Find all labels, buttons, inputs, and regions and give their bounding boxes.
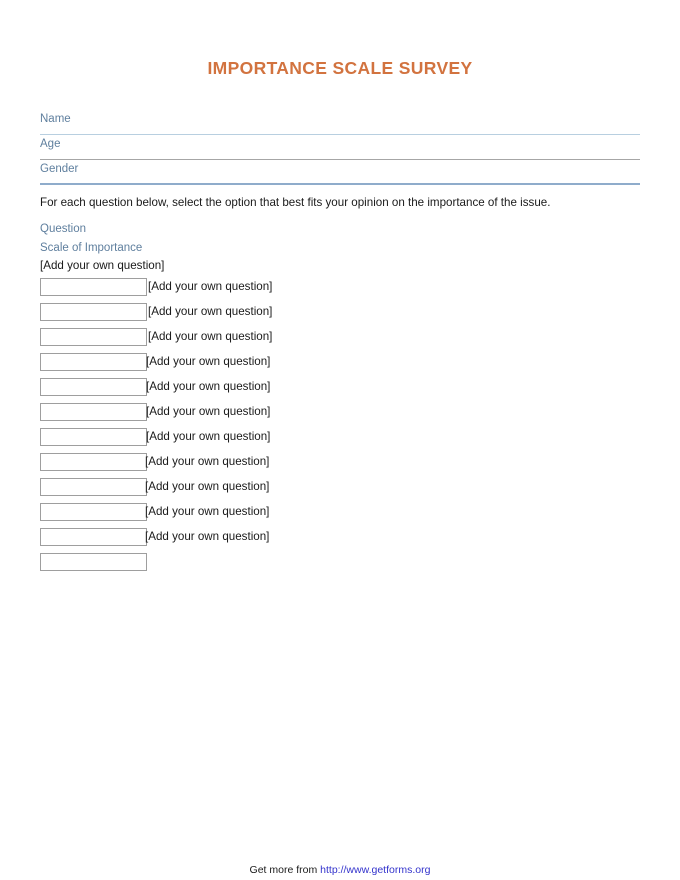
- question-label: [Add your own question]: [146, 405, 271, 418]
- question-row: [Add your own question]: [40, 428, 640, 453]
- column-heading-question: Question: [40, 223, 87, 235]
- question-label: [Add your own question]: [148, 280, 273, 293]
- identity-fields-group: Name Age Gender: [40, 110, 640, 185]
- question-row: [Add your own question]: [40, 328, 640, 353]
- question-row: [Add your own question]: [40, 403, 640, 428]
- question-row: [Add your own question]: [40, 353, 640, 378]
- question-label: [Add your own question]: [146, 380, 271, 393]
- question-row: [Add your own question]: [40, 453, 640, 478]
- question-label: [Add your own question]: [145, 505, 270, 518]
- identity-field-name-label: Name: [40, 113, 71, 125]
- question-label: [Add your own question]: [148, 305, 273, 318]
- identity-field-gender[interactable]: Gender: [40, 160, 640, 185]
- scale-input[interactable]: [40, 553, 147, 571]
- question-label: [Add your own question]: [146, 430, 271, 443]
- question-label: [Add your own question]: [148, 330, 273, 343]
- scale-input[interactable]: [40, 478, 147, 496]
- identity-field-age-label: Age: [40, 138, 61, 150]
- survey-page: IMPORTANCE SCALE SURVEY Name Age Gender …: [0, 0, 680, 880]
- scale-input[interactable]: [40, 403, 147, 421]
- question-row: [Add your own question]: [40, 478, 640, 503]
- question-label: [Add your own question]: [145, 455, 270, 468]
- question-row: [Add your own question]: [40, 528, 640, 553]
- identity-field-gender-label: Gender: [40, 163, 79, 175]
- footer-prefix: Get more from: [249, 864, 321, 876]
- question-row: [40, 553, 640, 578]
- identity-field-name[interactable]: Name: [40, 110, 640, 135]
- question-label: [Add your own question]: [145, 530, 270, 543]
- question-row: [Add your own question]: [40, 278, 640, 303]
- question-row: [Add your own question]: [40, 303, 640, 328]
- scale-input[interactable]: [40, 353, 147, 371]
- identity-field-age[interactable]: Age: [40, 135, 640, 160]
- scale-input[interactable]: [40, 528, 147, 546]
- scale-input[interactable]: [40, 303, 147, 321]
- question-rows-list: [Add your own question] [Add your own qu…: [40, 278, 640, 578]
- question-row: [Add your own question]: [40, 503, 640, 528]
- footer-link[interactable]: http://www.getforms.org: [320, 864, 430, 876]
- scale-input[interactable]: [40, 453, 147, 471]
- scale-input[interactable]: [40, 503, 147, 521]
- scale-input[interactable]: [40, 378, 147, 396]
- page-title: IMPORTANCE SCALE SURVEY: [207, 58, 473, 78]
- question-row: [Add your own question]: [40, 378, 640, 403]
- identity-field-gender-rule: [40, 183, 640, 185]
- footer: Get more from http://www.getforms.org: [0, 864, 680, 876]
- scale-input[interactable]: [40, 278, 147, 296]
- scale-input[interactable]: [40, 328, 147, 346]
- instruction-text: For each question below, select the opti…: [40, 196, 551, 209]
- question-label: [Add your own question]: [145, 480, 270, 493]
- first-question-label: [Add your own question]: [40, 259, 165, 272]
- scale-input[interactable]: [40, 428, 147, 446]
- column-heading-scale-of-importance: Scale of Importance: [40, 242, 143, 254]
- question-label: [Add your own question]: [146, 355, 271, 368]
